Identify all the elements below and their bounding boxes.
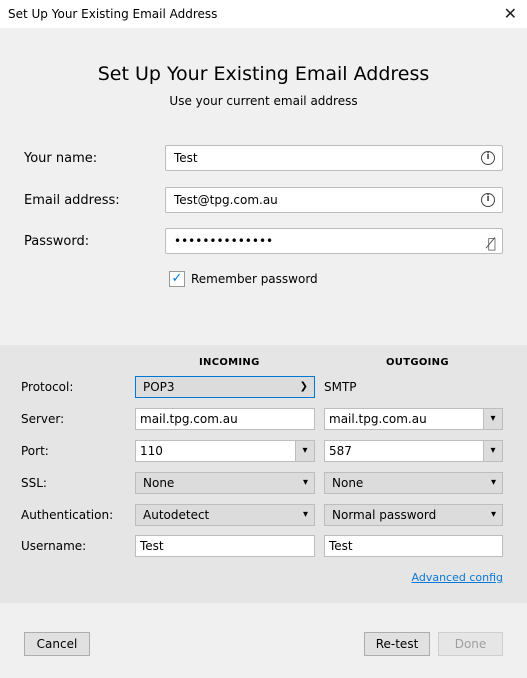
- incoming-server-input[interactable]: mail.tpg.com.au: [135, 408, 315, 430]
- authentication-label: Authentication:: [21, 508, 114, 522]
- value: Autodetect: [143, 508, 210, 522]
- retest-button[interactable]: Re-test: [364, 632, 430, 656]
- name-input[interactable]: Test i: [165, 145, 503, 171]
- name-value: Test: [174, 151, 198, 165]
- password-label: Password:: [24, 234, 90, 249]
- email-input[interactable]: Test@tpg.com.au i: [165, 187, 503, 213]
- title-bar: Set Up Your Existing Email Address ✕: [0, 0, 527, 28]
- port-label: Port:: [21, 444, 49, 458]
- chevron-down-icon[interactable]: ▾: [483, 408, 503, 430]
- chevron-down-icon: ▾: [302, 509, 308, 520]
- incoming-header: INCOMING: [199, 357, 260, 368]
- outgoing-header: OUTGOING: [386, 357, 449, 368]
- chevron-down-icon[interactable]: ▾: [483, 440, 503, 462]
- page-subtitle: Use your current email address: [169, 94, 358, 108]
- done-button[interactable]: Done: [438, 632, 503, 656]
- chevron-down-icon: ▾: [302, 477, 308, 488]
- remember-password-label[interactable]: Remember password: [191, 272, 318, 286]
- chevron-down-icon[interactable]: ▾: [295, 440, 315, 462]
- cancel-button[interactable]: Cancel: [24, 632, 90, 656]
- incoming-ssl-select[interactable]: None ▾: [135, 472, 315, 494]
- outgoing-port-combobox[interactable]: 587 ▾: [324, 440, 503, 462]
- close-icon[interactable]: ✕: [504, 4, 517, 23]
- email-label: Email address:: [24, 193, 120, 208]
- name-label: Your name:: [24, 151, 98, 166]
- eye-slash-icon[interactable]: 👁̸: [488, 232, 496, 256]
- chevron-down-icon: ▾: [490, 509, 496, 520]
- advanced-config-link[interactable]: Advanced config: [412, 571, 504, 584]
- value: mail.tpg.com.au: [329, 412, 427, 426]
- incoming-username-input[interactable]: Test: [135, 535, 315, 557]
- value: 587: [329, 444, 352, 458]
- password-value: ••••••••••••••: [174, 234, 274, 248]
- info-icon[interactable]: i: [481, 151, 495, 165]
- page-title: Set Up Your Existing Email Address: [97, 63, 430, 85]
- window-title: Set Up Your Existing Email Address: [8, 7, 218, 21]
- info-icon[interactable]: i: [481, 193, 495, 207]
- incoming-protocol-select[interactable]: POP3 ❯: [135, 376, 315, 398]
- server-label: Server:: [21, 412, 65, 426]
- value: POP3: [143, 380, 175, 394]
- ssl-label: SSL:: [21, 476, 47, 490]
- password-input[interactable]: •••••••••••••• 👁̸: [165, 228, 503, 254]
- outgoing-server-combobox[interactable]: mail.tpg.com.au ▾: [324, 408, 503, 430]
- email-value: Test@tpg.com.au: [174, 193, 278, 207]
- username-label: Username:: [21, 539, 87, 553]
- outgoing-auth-select[interactable]: Normal password ▾: [324, 504, 503, 526]
- value: None: [332, 476, 364, 490]
- value: Normal password: [332, 508, 437, 522]
- outgoing-ssl-select[interactable]: None ▾: [324, 472, 503, 494]
- value: None: [143, 476, 175, 490]
- protocol-label: Protocol:: [21, 380, 74, 394]
- outgoing-protocol: SMTP: [324, 380, 357, 394]
- chevron-down-icon: ❯: [299, 381, 308, 392]
- incoming-auth-select[interactable]: Autodetect ▾: [135, 504, 315, 526]
- incoming-port-combobox[interactable]: 110 ▾: [135, 440, 315, 462]
- remember-password-checkbox[interactable]: ✓: [169, 271, 185, 287]
- chevron-down-icon: ▾: [490, 477, 496, 488]
- value: 110: [140, 444, 163, 458]
- outgoing-username-input[interactable]: Test: [324, 535, 503, 557]
